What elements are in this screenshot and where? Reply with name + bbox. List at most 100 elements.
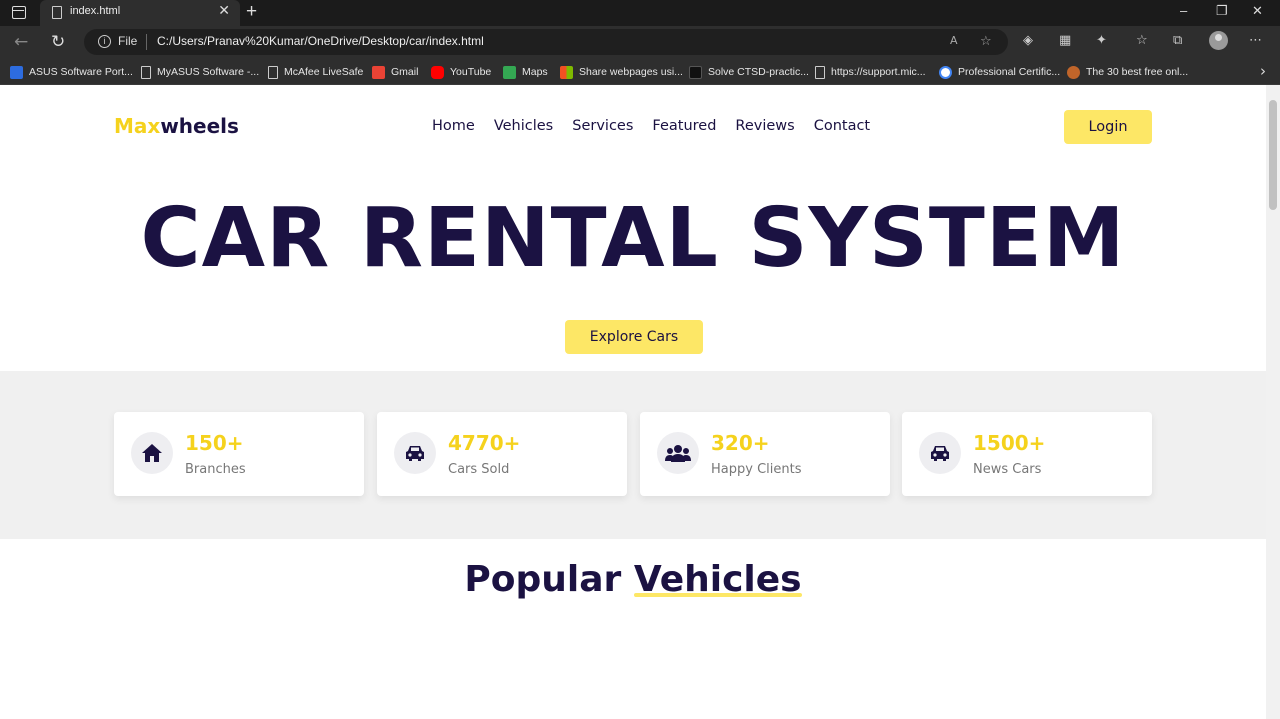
stat-card-news-cars: 1500+ News Cars — [902, 412, 1152, 496]
stat-card-cars-sold: 4770+ Cars Sold — [377, 412, 627, 496]
brand-part1: Max — [114, 114, 161, 138]
scrollbar-thumb[interactable] — [1269, 100, 1277, 210]
address-bar[interactable]: i File C:/Users/Pranav%20Kumar/OneDrive/… — [84, 29, 1008, 55]
back-arrow-icon[interactable]: ← — [14, 32, 28, 52]
toolbar: ← ↻ i File C:/Users/Pranav%20Kumar/OneDr… — [0, 26, 1280, 58]
bookmark-label: McAfee LiveSafe — [284, 66, 364, 78]
close-window-button[interactable]: ✕ — [1252, 3, 1263, 19]
bookmark-mcafee[interactable]: McAfee LiveSafe — [268, 64, 363, 80]
extension-grid-icon[interactable]: ▦ — [1059, 33, 1071, 48]
stat-label: News Cars — [973, 462, 1042, 477]
stat-value: 4770+ — [448, 431, 521, 455]
refresh-icon[interactable]: ↻ — [51, 32, 65, 52]
chevron-right-icon[interactable]: › — [1260, 62, 1266, 80]
bookmark-gmail[interactable]: Gmail — [372, 64, 418, 80]
bookmark-label: https://support.mic... — [831, 66, 926, 78]
favorites-icon[interactable]: ☆ — [1136, 33, 1148, 48]
bookmark-asus[interactable]: ASUS Software Port... — [10, 64, 133, 80]
gmail-icon — [372, 65, 385, 79]
section-title-part1: Popular — [464, 559, 622, 600]
page-icon — [268, 65, 278, 79]
car-icon — [919, 432, 961, 474]
bookmark-label: Solve CTSD-practic... — [708, 66, 809, 78]
web-page: Maxwheels Home Vehicles Services Feature… — [0, 85, 1266, 719]
restore-button[interactable]: ❐ — [1216, 3, 1228, 19]
bookmark-youtube[interactable]: YouTube — [431, 64, 491, 80]
main-nav: Home Vehicles Services Featured Reviews … — [432, 118, 870, 134]
nav-reviews[interactable]: Reviews — [735, 118, 794, 134]
stat-value: 320+ — [711, 431, 770, 455]
stat-label: Branches — [185, 462, 246, 477]
section-title-part2: Vehicles — [633, 559, 802, 600]
bookmark-maps[interactable]: Maps — [503, 64, 548, 80]
page-icon — [141, 65, 151, 79]
bookmark-myasus[interactable]: MyASUS Software -... — [141, 64, 259, 80]
stat-card-happy-clients: 320+ Happy Clients — [640, 412, 890, 496]
home-icon — [131, 432, 173, 474]
tab-title: index.html — [70, 5, 121, 17]
tab-close-icon[interactable]: ✕ — [218, 3, 230, 19]
hero-title: CAR RENTAL SYSTEM — [140, 191, 1126, 286]
brand-logo[interactable]: Maxwheels — [114, 114, 239, 138]
browser-chrome: index.html ✕ + – ❐ ✕ ← ↻ i File C:/Users… — [0, 0, 1280, 85]
car-icon — [394, 432, 436, 474]
bookmark-label: Gmail — [391, 66, 419, 78]
bookmark-30-best[interactable]: The 30 best free onl... — [1067, 64, 1188, 80]
bookmark-share-webpages[interactable]: Share webpages usi... — [560, 64, 683, 80]
bookmark-label: YouTube — [450, 66, 492, 78]
bookmark-label: The 30 best free onl... — [1086, 66, 1189, 78]
bookmark-label: ASUS Software Port... — [29, 66, 133, 78]
workspaces-icon[interactable] — [12, 6, 26, 19]
profile-avatar[interactable] — [1209, 31, 1228, 50]
collections-icon[interactable]: ⧉ — [1173, 33, 1182, 48]
bookmark-label: MyASUS Software -... — [157, 66, 260, 78]
bookmark-support[interactable]: https://support.mic... — [815, 64, 926, 80]
nav-vehicles[interactable]: Vehicles — [494, 118, 553, 134]
read-aloud-icon[interactable]: A — [950, 34, 958, 47]
extensions-puzzle-icon[interactable]: ✦ — [1096, 33, 1107, 48]
bookmarks-bar: ASUS Software Port... MyASUS Software -.… — [0, 58, 1280, 85]
explore-cars-button[interactable]: Explore Cars — [565, 320, 703, 354]
address-scheme: File — [118, 34, 138, 48]
stat-label: Cars Sold — [448, 462, 510, 477]
address-divider — [146, 34, 147, 50]
address-url[interactable]: C:/Users/Pranav%20Kumar/OneDrive/Desktop… — [157, 34, 484, 48]
nav-services[interactable]: Services — [572, 118, 633, 134]
site-icon — [1067, 65, 1080, 79]
popular-vehicles-heading: Popular Vehicles — [0, 559, 1266, 600]
page-scrollbar[interactable] — [1266, 85, 1280, 719]
new-tab-button[interactable]: + — [246, 1, 257, 23]
nav-contact[interactable]: Contact — [814, 118, 870, 134]
bookmark-google-cert[interactable]: Professional Certific... — [939, 64, 1060, 80]
tab-index[interactable]: index.html ✕ — [40, 0, 240, 26]
users-icon — [657, 432, 699, 474]
asus-icon — [10, 65, 23, 79]
bookmark-label: Share webpages usi... — [579, 66, 683, 78]
stat-value: 1500+ — [973, 431, 1046, 455]
google-icon — [939, 65, 952, 79]
section-title-highlight: Vehicles — [633, 559, 802, 600]
stat-value: 150+ — [185, 431, 244, 455]
extension-shield-icon[interactable]: ◈ — [1023, 33, 1033, 48]
stat-card-branches: 150+ Branches — [114, 412, 364, 496]
login-button[interactable]: Login — [1064, 110, 1152, 144]
youtube-icon — [431, 65, 444, 79]
minimize-button[interactable]: – — [1180, 3, 1187, 18]
nav-home[interactable]: Home — [432, 118, 475, 134]
stats-section: 150+ Branches 4770+ Cars Sold 320+ Happy… — [0, 371, 1266, 539]
page-icon — [52, 6, 62, 19]
page-icon — [815, 65, 825, 79]
brand-part2: wheels — [160, 114, 239, 138]
bookmark-hackerrank[interactable]: Solve CTSD-practic... — [689, 64, 809, 80]
microsoft-icon — [560, 65, 573, 79]
bookmark-label: Maps — [522, 66, 548, 78]
more-menu-icon[interactable]: ⋯ — [1249, 33, 1262, 48]
tab-bar: index.html ✕ + – ❐ ✕ — [0, 0, 1280, 26]
info-icon[interactable]: i — [98, 35, 111, 48]
stat-label: Happy Clients — [711, 462, 802, 477]
favorite-star-icon[interactable]: ☆ — [980, 34, 992, 49]
hackerrank-icon — [689, 65, 702, 79]
nav-featured[interactable]: Featured — [652, 118, 716, 134]
bookmark-label: Professional Certific... — [958, 66, 1061, 78]
maps-icon — [503, 65, 516, 79]
